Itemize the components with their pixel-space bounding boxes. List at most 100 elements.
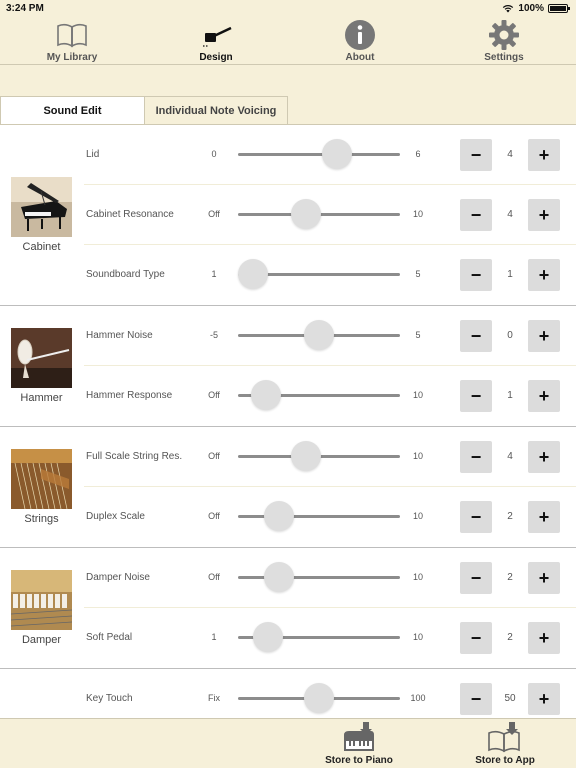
slider-max-label: 10: [412, 511, 423, 521]
group-damper: Damper Damper Noise Off 10 − 2 + Soft Pe…: [0, 548, 576, 669]
store-to-piano-button[interactable]: Store to Piano: [314, 721, 404, 766]
increment-button[interactable]: +: [528, 441, 560, 473]
book-download-icon: [488, 722, 520, 753]
nav-about-label: About: [345, 52, 375, 63]
slider-thumb[interactable]: [251, 380, 282, 410]
setting-value: 2: [507, 572, 513, 583]
decrement-button[interactable]: −: [460, 501, 492, 533]
nav-about[interactable]: About: [288, 16, 432, 64]
header-band: [0, 66, 576, 96]
slider-max-label: 5: [415, 330, 421, 340]
nav-design[interactable]: Design: [144, 16, 288, 64]
increment-button[interactable]: +: [528, 380, 560, 412]
decrement-button[interactable]: −: [460, 622, 492, 654]
setting-name: Soundboard Type: [86, 269, 165, 280]
slider-min-label: Off: [208, 451, 220, 461]
wifi-icon: [503, 4, 514, 13]
damper-section: Damper: [11, 570, 72, 646]
strings-label: Strings: [24, 513, 59, 525]
hammer-label: Hammer: [20, 392, 63, 404]
store-to-app-label: Store to App: [475, 755, 535, 766]
increment-button[interactable]: +: [528, 199, 560, 231]
slider-thumb[interactable]: [304, 320, 334, 350]
tab-sound-edit[interactable]: Sound Edit: [0, 96, 145, 125]
slider-thumb[interactable]: [264, 501, 295, 531]
increment-button[interactable]: +: [528, 501, 560, 533]
increment-button[interactable]: +: [528, 562, 560, 594]
slider-min-label: 0: [211, 149, 217, 159]
setting-name: Full Scale String Res.: [86, 451, 183, 462]
slider-thumb[interactable]: [322, 139, 353, 169]
setting-value: 0: [507, 330, 513, 341]
slider-min-label: Off: [208, 511, 220, 521]
slider-thumb[interactable]: [290, 199, 321, 229]
slider-max-label: 10: [412, 451, 423, 461]
slider-min-label: Fix: [208, 693, 220, 703]
setting-value: 1: [507, 390, 513, 401]
nav-settings[interactable]: Settings: [432, 16, 576, 64]
slider-thumb[interactable]: [304, 683, 334, 713]
setting-name: Soft Pedal: [86, 632, 133, 643]
setting-value: 4: [507, 209, 513, 220]
slider-track[interactable]: [238, 153, 400, 156]
damper-image: [11, 570, 72, 630]
slider-min-label: Off: [208, 572, 220, 582]
increment-button[interactable]: +: [528, 320, 560, 352]
slider-min-label: -5: [209, 330, 218, 340]
decrement-button[interactable]: −: [460, 259, 492, 291]
setting-row: Full Scale String Res. Off 10 − 4 +: [84, 427, 576, 487]
top-nav: My Library Design About Settings: [0, 16, 576, 65]
decrement-button[interactable]: −: [460, 441, 492, 473]
info-icon: [345, 20, 375, 50]
piano-download-icon: [344, 722, 374, 751]
setting-row: Cabinet Resonance Off 10 − 4 +: [84, 185, 576, 245]
increment-button[interactable]: +: [528, 259, 560, 291]
status-time: 3:24 PM: [6, 3, 44, 14]
grand-piano-image: [11, 177, 72, 237]
damper-label: Damper: [21, 634, 62, 646]
decrement-button[interactable]: −: [460, 562, 492, 594]
setting-row: Duplex Scale Off 10 − 2 +: [84, 487, 576, 547]
slider-thumb[interactable]: [238, 259, 268, 289]
decrement-button[interactable]: −: [460, 199, 492, 231]
tab-individual-note-voicing[interactable]: Individual Note Voicing: [144, 96, 288, 125]
strings-image: [11, 449, 72, 509]
nav-settings-label: Settings: [484, 52, 524, 63]
increment-button[interactable]: +: [528, 683, 560, 715]
slider-thumb[interactable]: [252, 622, 283, 652]
setting-value: 2: [507, 511, 513, 522]
group-strings: Strings Full Scale String Res. Off 10 − …: [0, 427, 576, 548]
setting-row: Hammer Response Off 10 − 1 +: [84, 366, 576, 426]
slider-thumb[interactable]: [290, 441, 321, 471]
setting-row: Key Touch Fix 100 − 50 +: [84, 669, 576, 718]
decrement-button[interactable]: −: [460, 139, 492, 171]
setting-name: Duplex Scale: [86, 511, 145, 522]
group-hammer: Hammer Hammer Noise -5 5 − 0 + Hammer Re…: [0, 306, 576, 427]
nav-design-label: Design: [199, 52, 233, 63]
slider-max-label: 10: [412, 390, 423, 400]
slider-max-label: 5: [415, 269, 421, 279]
hammer-image: [11, 328, 72, 388]
setting-value: 4: [507, 149, 513, 160]
slider-min-label: Off: [208, 390, 220, 400]
increment-button[interactable]: +: [528, 139, 560, 171]
decrement-button[interactable]: −: [460, 320, 492, 352]
status-bar: 3:24 PM 100%: [0, 0, 576, 16]
nav-my-library[interactable]: My Library: [0, 16, 144, 64]
slider-thumb[interactable]: [264, 562, 295, 592]
slider-track[interactable]: [238, 576, 400, 579]
slider-max-label: 100: [410, 693, 426, 703]
store-to-app-button[interactable]: Store to App: [460, 721, 550, 766]
setting-row: Soft Pedal 1 10 − 2 +: [84, 608, 576, 668]
increment-button[interactable]: +: [528, 622, 560, 654]
decrement-button[interactable]: −: [460, 380, 492, 412]
setting-value: 50: [504, 693, 516, 704]
setting-name: Hammer Noise: [86, 330, 153, 341]
decrement-button[interactable]: −: [460, 683, 492, 715]
slider-track[interactable]: [238, 515, 400, 518]
battery-percent: 100%: [518, 3, 544, 14]
setting-name: Hammer Response: [86, 390, 173, 401]
battery-icon: [548, 4, 570, 13]
group-cabinet: Cabinet Lid 0 6 − 4 + Cabinet Resonance …: [0, 125, 576, 306]
slider-min-label: 1: [211, 269, 217, 279]
